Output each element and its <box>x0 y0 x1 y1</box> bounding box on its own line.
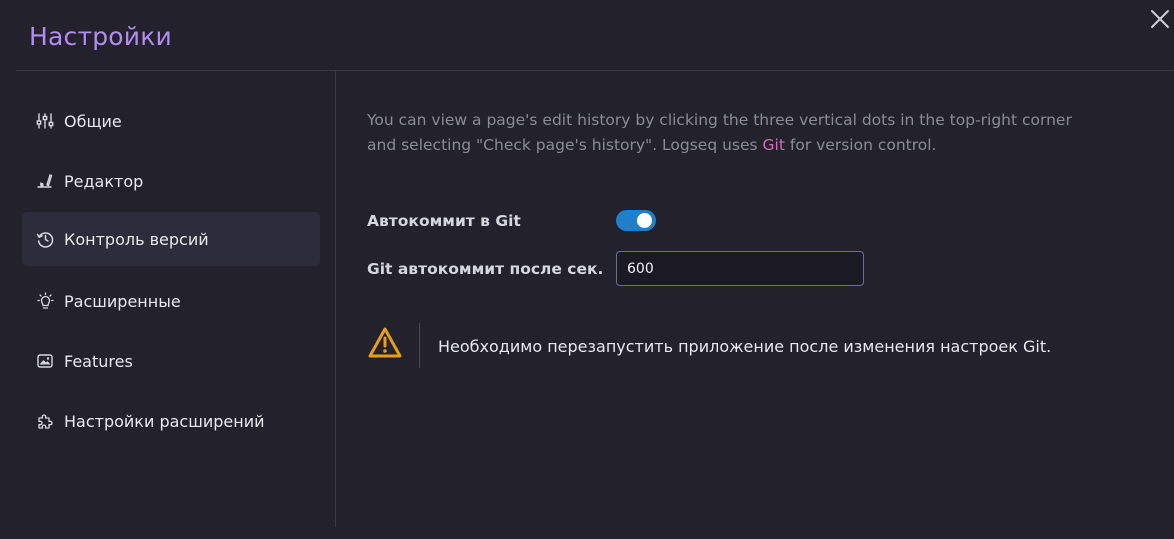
sidebar-item-advanced[interactable]: Расширенные <box>22 274 320 328</box>
version-control-description: You can view a page's edit history by cl… <box>367 108 1087 158</box>
header-divider <box>16 70 1174 71</box>
auto-commit-secs-label: Git автокоммит после сек. <box>367 260 604 278</box>
bulb-icon <box>35 291 55 311</box>
page-title: Настройки <box>29 22 172 51</box>
sidebar-item-label: Редактор <box>64 171 144 191</box>
description-text: You can view a page's edit history by cl… <box>367 111 1072 154</box>
sidebar-item-version-control[interactable]: Контроль версий <box>22 212 320 266</box>
settings-dialog: Настройки Общие Редактор Контроль версий… <box>0 0 1174 539</box>
warning-divider <box>419 323 420 368</box>
sidebar-item-label: Features <box>64 351 133 371</box>
sliders-icon <box>35 111 55 131</box>
warning-text: Необходимо перезапустить приложение посл… <box>438 337 1052 356</box>
sidebar-item-plugin-settings[interactable]: Настройки расширений <box>22 394 320 448</box>
puzzle-icon <box>35 411 55 431</box>
auto-commit-toggle[interactable] <box>616 210 656 231</box>
sidebar-item-label: Расширенные <box>64 291 181 311</box>
description-text-end: for version control. <box>784 136 937 154</box>
sidebar-item-editor[interactable]: Редактор <box>22 154 320 208</box>
history-icon <box>35 229 55 249</box>
app-feature-icon <box>35 351 55 371</box>
alert-triangle-icon <box>367 326 403 360</box>
writing-icon <box>35 171 55 191</box>
sidebar-item-label: Настройки расширений <box>64 411 265 431</box>
sidebar-item-features[interactable]: Features <box>22 334 320 388</box>
toggle-knob <box>637 213 652 228</box>
close-icon <box>1151 10 1169 28</box>
sidebar-item-label: Общие <box>64 111 122 131</box>
sidebar-item-label: Контроль версий <box>64 229 209 249</box>
auto-commit-secs-input[interactable] <box>616 251 864 286</box>
git-link[interactable]: Git <box>763 136 785 154</box>
close-button[interactable] <box>1149 8 1171 30</box>
sidebar-item-general[interactable]: Общие <box>22 94 320 148</box>
sidebar-divider <box>335 71 336 527</box>
auto-commit-label: Автокоммит в Git <box>367 212 521 230</box>
